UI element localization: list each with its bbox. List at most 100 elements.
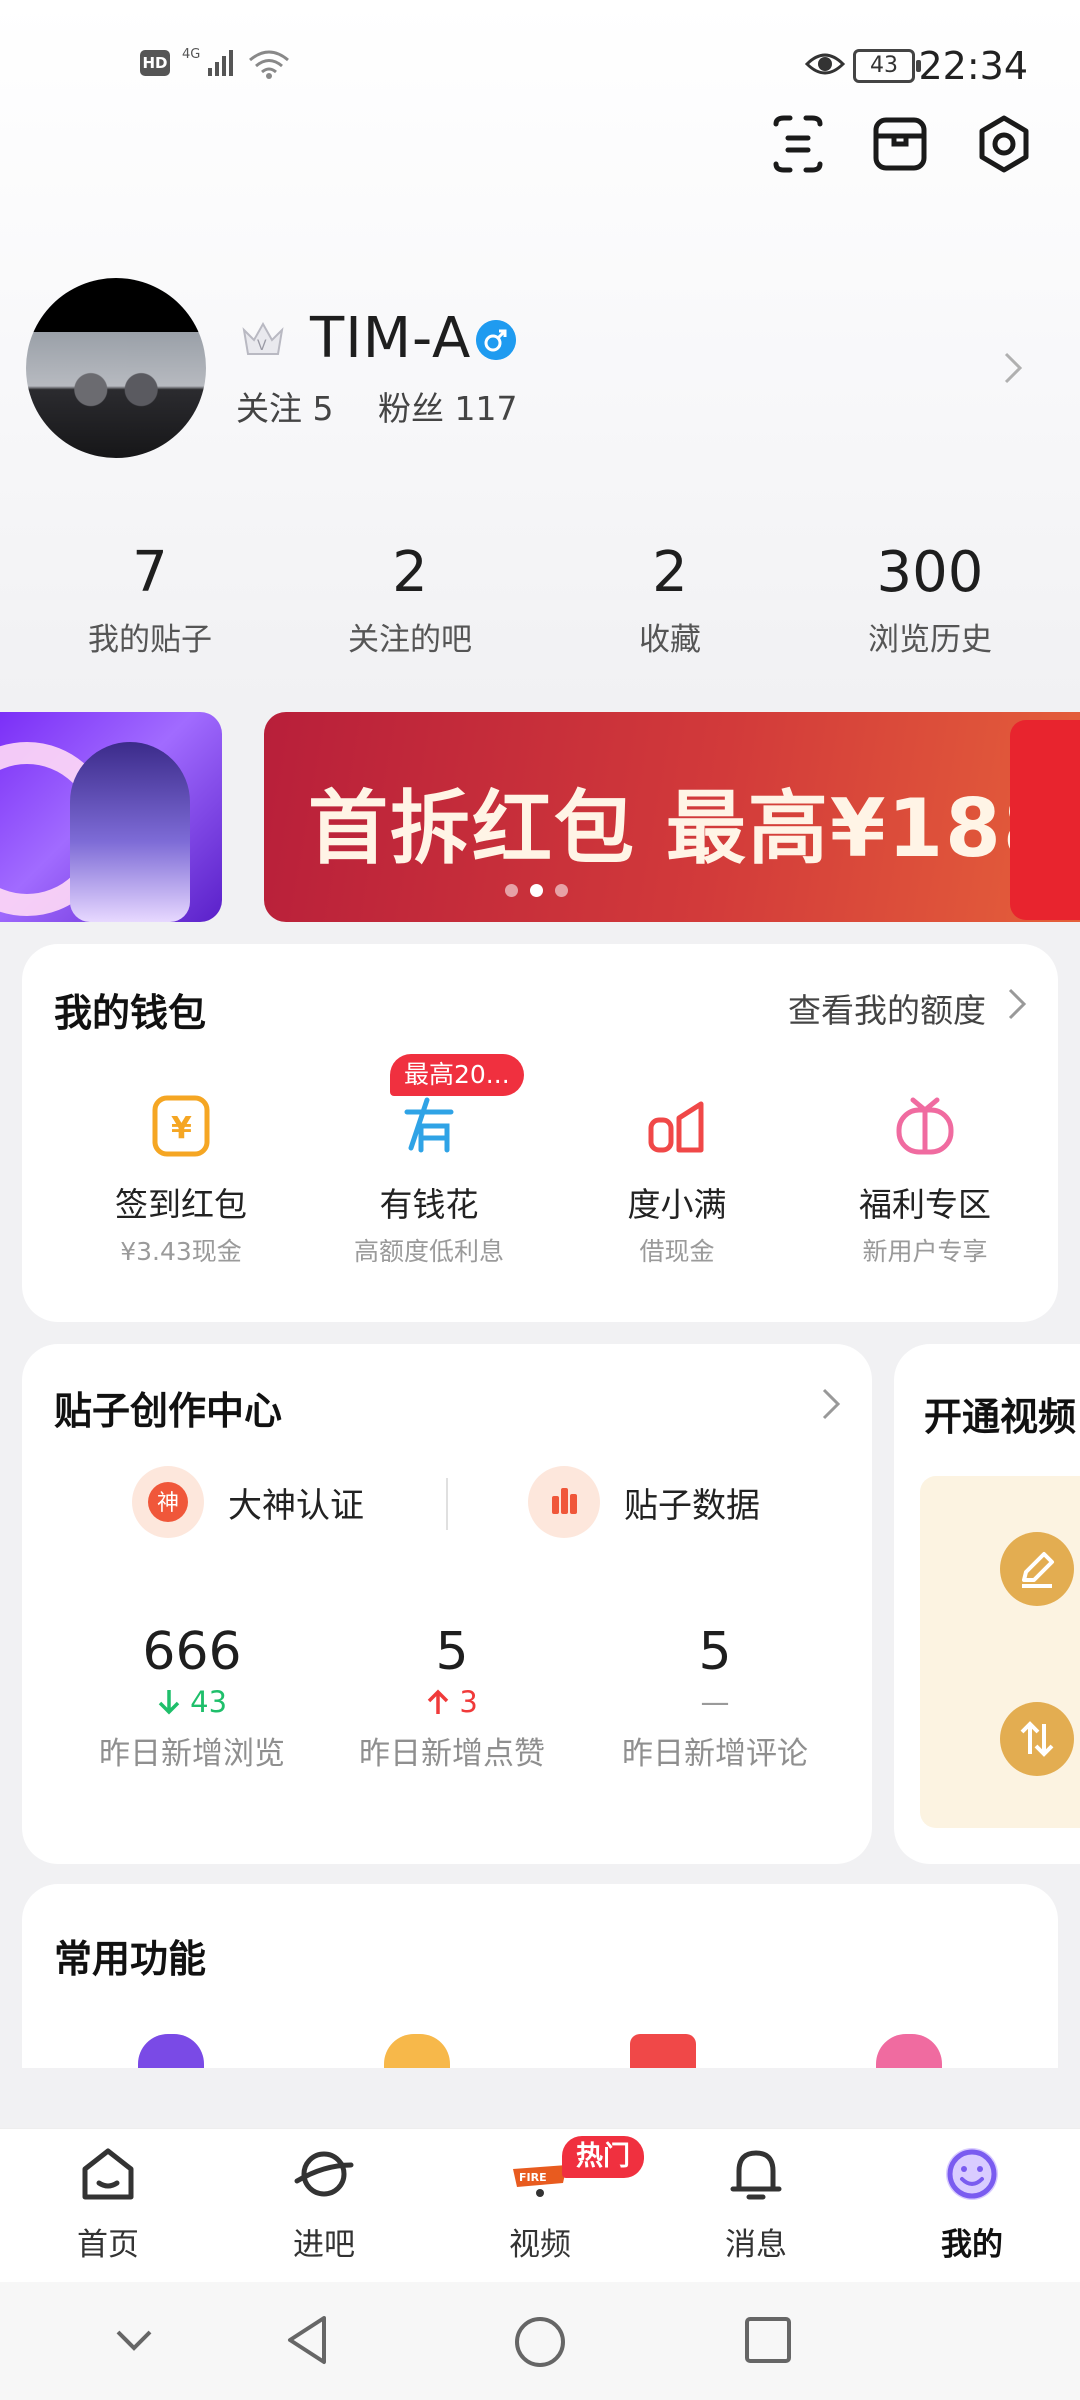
nav-label: 视频 — [509, 2227, 571, 2263]
nav-bars[interactable]: 进吧 — [216, 2143, 432, 2264]
wallet-item-duxiaoman[interactable]: 度小满 借现金 — [552, 1094, 802, 1268]
male-gender-icon — [476, 320, 516, 360]
signal-icon: 4G — [182, 47, 233, 76]
stat-label: 浏览历史 — [868, 622, 992, 658]
wallet-item-youqianhua[interactable]: 有钱花 高额度低利息 — [304, 1094, 554, 1268]
scan-icon[interactable] — [766, 112, 830, 176]
pill-label: 大神认证 — [228, 1485, 364, 1526]
chevron-right-icon[interactable] — [820, 1386, 842, 1422]
pill-label: 贴子数据 — [624, 1485, 760, 1526]
svg-text:4G: 4G — [182, 47, 200, 62]
home-circle-icon[interactable] — [512, 2314, 568, 2370]
stat-my-posts[interactable]: 7 我的贴子 — [20, 538, 280, 668]
nav-label: 进吧 — [293, 2227, 355, 2263]
wallet-item-title: 福利专区 — [859, 1185, 991, 1224]
yuan-icon: ¥ — [152, 1095, 210, 1157]
stat-favorites[interactable]: 2 收藏 — [540, 538, 800, 668]
pagination-dot-active — [530, 884, 543, 897]
follow-stats: 关注 5 粉丝 117 — [236, 382, 551, 430]
username: TIM-A — [310, 306, 472, 371]
pagination-dot — [555, 884, 568, 897]
stat-delta-value: — — [700, 1685, 730, 1719]
wallet-item-sub: 借现金 — [639, 1237, 715, 1266]
bar-chart-icon — [528, 1466, 600, 1538]
bell-icon — [730, 2150, 782, 2200]
swap-icon[interactable] — [1000, 1702, 1074, 1776]
pagination-dot — [505, 884, 518, 897]
stat-value: 5 — [698, 1622, 732, 1682]
banner-character-image — [70, 742, 190, 922]
divider — [446, 1478, 448, 1530]
svg-text:V: V — [257, 338, 267, 354]
smiley-icon — [946, 2148, 998, 2200]
post-data[interactable]: 贴子数据 — [528, 1462, 760, 1542]
stat-delta-value: 3 — [459, 1685, 478, 1719]
stat-value: 7 — [132, 540, 168, 605]
chevron-right-icon[interactable] — [998, 348, 1028, 388]
stat-value: 300 — [876, 540, 984, 605]
stat-value: 5 — [435, 1622, 469, 1682]
arrow-down-icon — [158, 1690, 180, 1715]
shen-icon: 神 — [132, 1466, 204, 1538]
banner-text: 首拆红包 最高¥188 — [308, 782, 1061, 875]
promo-badge: 最高20... — [390, 1054, 524, 1096]
stat-delta: 43 — [62, 1682, 322, 1722]
wallet-item-title: 签到红包 — [115, 1185, 247, 1224]
hot-badge: 热门 — [562, 2136, 644, 2178]
nav-mine[interactable]: 我的 — [864, 2143, 1080, 2264]
scroll-gap — [0, 2068, 1080, 2128]
avatar[interactable] — [26, 278, 206, 458]
banner-previous[interactable] — [0, 712, 222, 922]
arrow-up-icon — [427, 1689, 449, 1714]
edit-icon[interactable] — [1000, 1532, 1074, 1606]
recents-icon[interactable] — [742, 2314, 794, 2366]
creation-stat-likes: 5 3 昨日新增点赞 — [322, 1622, 582, 1773]
youqianhua-icon — [404, 1097, 454, 1153]
clock: 22:34 — [918, 44, 1028, 88]
wallet-item-checkin[interactable]: ¥ 签到红包 ¥3.43现金 — [56, 1094, 306, 1268]
view-quota-link[interactable]: 查看我的额度 — [788, 984, 986, 1032]
creation-title[interactable]: 贴子创作中心 — [54, 1380, 282, 1435]
nav-home[interactable]: 首页 — [0, 2143, 216, 2264]
crown-icon: V — [242, 321, 284, 355]
video-card-title: 开通视频 — [924, 1395, 1077, 1439]
banner-red-packet[interactable]: 首拆红包 最高¥188 — [264, 712, 1080, 922]
fans-count[interactable]: 粉丝 117 — [378, 389, 517, 428]
common-title: 常用功能 — [54, 1937, 207, 1981]
wallet-card: 我的钱包 查看我的额度 ¥ 签到红包 ¥3.43现金 有钱花 高额度低利息 度小… — [22, 944, 1058, 1322]
following-count[interactable]: 关注 5 — [236, 389, 334, 428]
creation-center-card: 贴子创作中心 神 大神认证 贴子数据 666 43 昨日新增浏览 5 3 昨日新… — [22, 1344, 872, 1864]
box-icon[interactable] — [868, 112, 932, 176]
back-icon[interactable] — [282, 2312, 332, 2368]
wallet-item-sub: 高额度低利息 — [353, 1237, 504, 1266]
stat-label: 收藏 — [639, 622, 701, 658]
creation-stat-views: 666 43 昨日新增浏览 — [62, 1622, 322, 1773]
stat-history[interactable]: 300 浏览历史 — [800, 538, 1060, 668]
nav-messages[interactable]: 消息 — [648, 2143, 864, 2264]
settings-icon[interactable] — [972, 112, 1036, 176]
status-bar: HD 4G 43 22:34 — [0, 0, 1080, 130]
wallet-item-title: 有钱花 — [379, 1185, 479, 1224]
nav-label: 消息 — [725, 2227, 787, 2263]
shen-glyph: 神 — [157, 1491, 179, 1516]
stat-label: 我的贴子 — [88, 622, 212, 658]
profile-stats: 7 我的贴子 2 关注的吧 2 收藏 300 浏览历史 — [0, 538, 1080, 668]
red-envelope-graphic — [1010, 720, 1080, 920]
open-video-card[interactable]: 开通视频 — [894, 1344, 1080, 1864]
master-certification[interactable]: 神 大神认证 — [132, 1462, 364, 1542]
wallet-item-welfare[interactable]: 福利专区 新用户专享 — [800, 1094, 1050, 1268]
gift-icon — [896, 1097, 954, 1155]
stat-label: 昨日新增点赞 — [359, 1736, 545, 1772]
chevron-down-icon[interactable] — [112, 2326, 156, 2354]
stat-followed-bars[interactable]: 2 关注的吧 — [280, 538, 540, 668]
stat-delta: 3 — [322, 1682, 582, 1722]
wallet-item-title: 度小满 — [627, 1185, 727, 1224]
duxiaoman-icon — [648, 1101, 704, 1153]
nav-label: 首页 — [77, 2227, 139, 2263]
wifi-icon — [249, 50, 289, 79]
video-card-panel — [920, 1476, 1080, 1828]
stat-value: 2 — [652, 540, 688, 605]
stat-label: 昨日新增评论 — [622, 1736, 808, 1772]
chevron-right-icon[interactable] — [1006, 986, 1028, 1022]
system-navigation-bar — [0, 2282, 1080, 2400]
